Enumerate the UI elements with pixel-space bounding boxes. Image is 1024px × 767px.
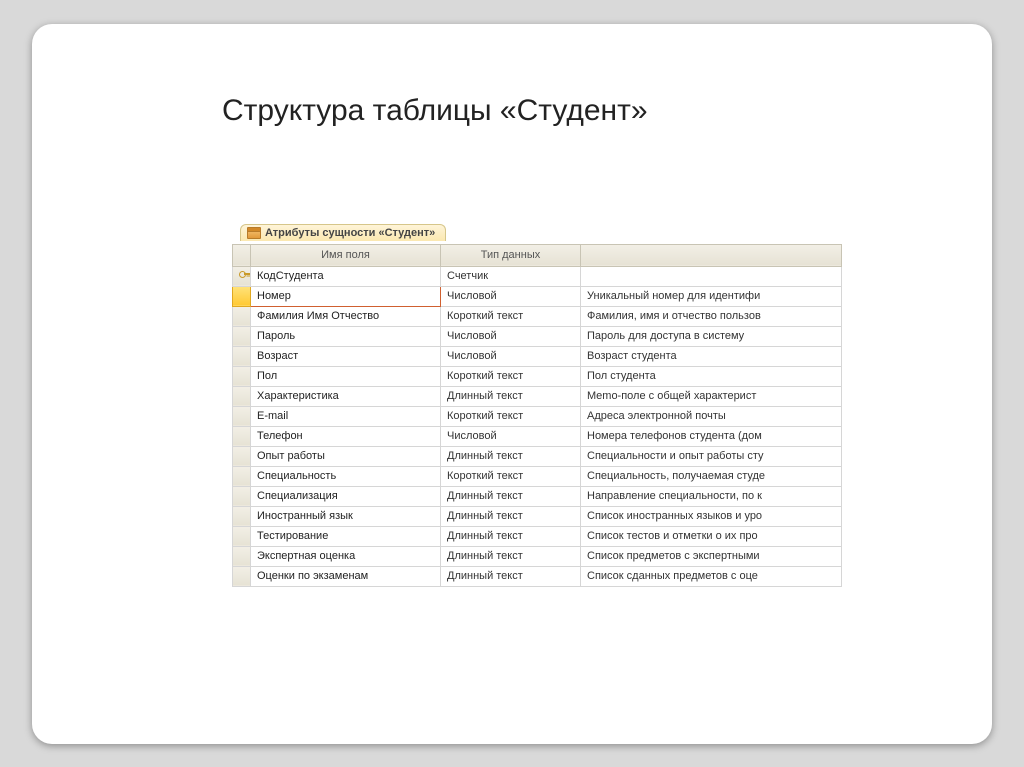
field-desc-cell[interactable]: Направление специальности, по к: [581, 486, 842, 506]
slide: Структура таблицы «Студент» Атрибуты сущ…: [32, 24, 992, 744]
table-row[interactable]: ПолКороткий текстПол студента: [233, 366, 842, 386]
field-name-cell[interactable]: Тестирование: [251, 526, 441, 546]
field-name-cell[interactable]: КодСтудента: [251, 266, 441, 286]
field-desc-cell[interactable]: Номера телефонов студента (дом: [581, 426, 842, 446]
table-row[interactable]: ТестированиеДлинный текстСписок тестов и…: [233, 526, 842, 546]
table-icon: [247, 227, 261, 239]
table-row[interactable]: СпециальностьКороткий текстСпециальность…: [233, 466, 842, 486]
field-desc-cell[interactable]: Специальности и опыт работы сту: [581, 446, 842, 466]
table-row[interactable]: ТелефонЧисловойНомера телефонов студента…: [233, 426, 842, 446]
field-type-cell[interactable]: Короткий текст: [441, 306, 581, 326]
field-desc-cell[interactable]: Адреса электронной почты: [581, 406, 842, 426]
row-selector[interactable]: [233, 486, 251, 506]
field-desc-cell[interactable]: Список предметов с экспертными: [581, 546, 842, 566]
tab-label: Атрибуты сущности «Студент»: [265, 227, 435, 239]
field-name-cell[interactable]: Фамилия Имя Отчество: [251, 306, 441, 326]
table-row[interactable]: СпециализацияДлинный текстНаправление сп…: [233, 486, 842, 506]
field-name-cell[interactable]: Оценки по экзаменам: [251, 566, 441, 586]
field-type-cell[interactable]: Короткий текст: [441, 406, 581, 426]
table-row[interactable]: Оценки по экзаменамДлинный текстСписок с…: [233, 566, 842, 586]
field-desc-cell[interactable]: Уникальный номер для идентифи: [581, 286, 842, 306]
field-desc-cell[interactable]: Фамилия, имя и отчество пользов: [581, 306, 842, 326]
row-selector[interactable]: [233, 386, 251, 406]
row-selector[interactable]: [233, 286, 251, 306]
field-desc-cell[interactable]: Возраст студента: [581, 346, 842, 366]
field-desc-cell[interactable]: Пол студента: [581, 366, 842, 386]
field-type-cell[interactable]: Длинный текст: [441, 546, 581, 566]
row-selector[interactable]: [233, 526, 251, 546]
table-row[interactable]: E-mailКороткий текстАдреса электронной п…: [233, 406, 842, 426]
row-selector[interactable]: [233, 546, 251, 566]
table-row[interactable]: Опыт работыДлинный текстСпециальности и …: [233, 446, 842, 466]
header-row: Имя поля Тип данных: [233, 244, 842, 266]
field-name-cell[interactable]: Характеристика: [251, 386, 441, 406]
field-type-cell[interactable]: Длинный текст: [441, 446, 581, 466]
table-designer: Атрибуты сущности «Студент» Имя поля Тип…: [232, 224, 842, 587]
table-row[interactable]: НомерЧисловойУникальный номер для иденти…: [233, 286, 842, 306]
row-selector[interactable]: [233, 366, 251, 386]
row-selector[interactable]: [233, 446, 251, 466]
field-type-cell[interactable]: Короткий текст: [441, 466, 581, 486]
field-type-cell[interactable]: Числовой: [441, 326, 581, 346]
field-grid: Имя поля Тип данных КодСтудентаСчетчикНо…: [232, 244, 842, 587]
field-desc-cell[interactable]: Memo-поле с общей характерист: [581, 386, 842, 406]
field-name-cell[interactable]: Пароль: [251, 326, 441, 346]
field-name-cell[interactable]: Иностранный язык: [251, 506, 441, 526]
field-name-cell[interactable]: Опыт работы: [251, 446, 441, 466]
field-type-cell[interactable]: Числовой: [441, 346, 581, 366]
field-name-cell[interactable]: Телефон: [251, 426, 441, 446]
field-desc-cell[interactable]: Список тестов и отметки о их про: [581, 526, 842, 546]
table-row[interactable]: Фамилия Имя ОтчествоКороткий текстФамили…: [233, 306, 842, 326]
table-row[interactable]: ПарольЧисловойПароль для доступа в систе…: [233, 326, 842, 346]
row-selector[interactable]: [233, 266, 251, 286]
header-desc[interactable]: [581, 244, 842, 266]
field-type-cell[interactable]: Числовой: [441, 286, 581, 306]
field-desc-cell[interactable]: Специальность, получаемая студе: [581, 466, 842, 486]
tab-attributes[interactable]: Атрибуты сущности «Студент»: [240, 224, 446, 241]
header-selector: [233, 244, 251, 266]
field-desc-cell[interactable]: Список сданных предметов с оце: [581, 566, 842, 586]
field-type-cell[interactable]: Длинный текст: [441, 486, 581, 506]
field-name-cell[interactable]: Специализация: [251, 486, 441, 506]
row-selector[interactable]: [233, 306, 251, 326]
row-selector[interactable]: [233, 466, 251, 486]
primary-key-icon: [239, 270, 249, 280]
field-type-cell[interactable]: Длинный текст: [441, 386, 581, 406]
row-selector[interactable]: [233, 506, 251, 526]
field-name-cell[interactable]: Возраст: [251, 346, 441, 366]
page-title: Структура таблицы «Студент»: [222, 94, 952, 128]
header-type[interactable]: Тип данных: [441, 244, 581, 266]
field-type-cell[interactable]: Счетчик: [441, 266, 581, 286]
field-name-cell[interactable]: Экспертная оценка: [251, 546, 441, 566]
field-type-cell[interactable]: Длинный текст: [441, 526, 581, 546]
field-desc-cell[interactable]: [581, 266, 842, 286]
field-desc-cell[interactable]: Пароль для доступа в систему: [581, 326, 842, 346]
field-type-cell[interactable]: Длинный текст: [441, 506, 581, 526]
table-row[interactable]: ВозрастЧисловойВозраст студента: [233, 346, 842, 366]
field-name-cell[interactable]: Номер: [251, 286, 441, 306]
row-selector[interactable]: [233, 326, 251, 346]
field-type-cell[interactable]: Числовой: [441, 426, 581, 446]
row-selector[interactable]: [233, 346, 251, 366]
header-name[interactable]: Имя поля: [251, 244, 441, 266]
field-name-cell[interactable]: Пол: [251, 366, 441, 386]
field-type-cell[interactable]: Длинный текст: [441, 566, 581, 586]
table-row[interactable]: ХарактеристикаДлинный текстMemo-поле с о…: [233, 386, 842, 406]
field-type-cell[interactable]: Короткий текст: [441, 366, 581, 386]
row-selector[interactable]: [233, 566, 251, 586]
row-selector[interactable]: [233, 426, 251, 446]
table-row[interactable]: КодСтудентаСчетчик: [233, 266, 842, 286]
field-desc-cell[interactable]: Список иностранных языков и уро: [581, 506, 842, 526]
field-name-cell[interactable]: Специальность: [251, 466, 441, 486]
table-row[interactable]: Иностранный языкДлинный текстСписок инос…: [233, 506, 842, 526]
table-row[interactable]: Экспертная оценкаДлинный текстСписок пре…: [233, 546, 842, 566]
field-name-cell[interactable]: E-mail: [251, 406, 441, 426]
row-selector[interactable]: [233, 406, 251, 426]
